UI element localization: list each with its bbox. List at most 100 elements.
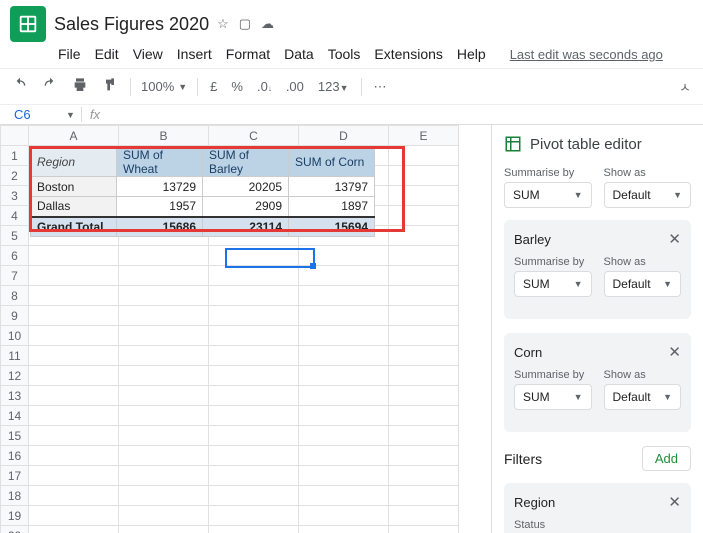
pivot-col-header[interactable]: Region [31,148,117,177]
pivot-col-header[interactable]: SUM of Corn [289,148,375,177]
cell[interactable] [389,246,459,266]
cell[interactable] [299,406,389,426]
pivot-cell[interactable]: 20205 [203,177,289,197]
menu-format[interactable]: Format [226,46,270,62]
pivot-cell[interactable]: Dallas [31,197,117,217]
showas-select[interactable]: Default▼ [604,384,682,410]
cell[interactable] [389,346,459,366]
summarise-select[interactable]: SUM▼ [514,271,592,297]
print-icon[interactable] [70,75,90,98]
cell[interactable] [119,406,209,426]
pivot-cell[interactable]: 1957 [117,197,203,217]
col-header[interactable]: B [119,126,209,146]
menu-view[interactable]: View [133,46,163,62]
menu-help[interactable]: Help [457,46,486,62]
redo-icon[interactable] [40,75,60,98]
cell[interactable] [119,506,209,526]
cell[interactable] [299,366,389,386]
collapse-toolbar-icon[interactable]: ㅅ [677,75,693,98]
cell[interactable] [29,506,119,526]
cell[interactable] [299,326,389,346]
cell[interactable] [209,386,299,406]
pivot-total-cell[interactable]: 23114 [203,217,289,237]
cell[interactable] [299,486,389,506]
pivot-total-cell[interactable]: 15686 [117,217,203,237]
row-header[interactable]: 9 [1,306,29,326]
row-header[interactable]: 14 [1,406,29,426]
cell[interactable] [209,266,299,286]
pivot-total-cell[interactable]: Grand Total [31,217,117,237]
col-header[interactable]: D [299,126,389,146]
value-card-barley[interactable]: Barley✕ Summarise by SUM▼ Show as Defaul… [504,220,691,319]
cell[interactable] [389,326,459,346]
menu-extensions[interactable]: Extensions [374,46,442,62]
cell[interactable] [29,426,119,446]
cell[interactable] [29,486,119,506]
cell[interactable] [389,446,459,466]
cell[interactable] [389,186,459,206]
cell[interactable] [29,386,119,406]
cell[interactable] [389,146,459,166]
cell[interactable] [389,226,459,246]
add-filter-button[interactable]: Add [642,446,691,471]
row-header[interactable]: 13 [1,386,29,406]
cell[interactable] [299,466,389,486]
row-header[interactable]: 1 [1,146,29,166]
showas-select[interactable]: Default▼ [604,182,692,208]
pivot-cell[interactable]: 13729 [117,177,203,197]
cell[interactable] [29,326,119,346]
cell[interactable] [119,366,209,386]
cell[interactable] [29,406,119,426]
cell[interactable] [119,286,209,306]
cell[interactable] [389,266,459,286]
cell[interactable] [209,406,299,426]
cell[interactable] [29,306,119,326]
cell[interactable] [389,426,459,446]
cell[interactable] [389,406,459,426]
cell[interactable] [299,286,389,306]
currency-btn[interactable]: £ [208,77,219,96]
col-header[interactable]: E [389,126,459,146]
cell[interactable] [299,446,389,466]
cell[interactable] [299,426,389,446]
select-all-corner[interactable] [1,126,29,146]
menu-edit[interactable]: Edit [95,46,119,62]
cell[interactable] [29,246,119,266]
cell[interactable] [29,526,119,533]
row-header[interactable]: 4 [1,206,29,226]
cell[interactable] [389,286,459,306]
cell[interactable] [209,526,299,533]
star-icon[interactable]: ☆ [217,16,229,32]
cell[interactable] [209,326,299,346]
close-icon[interactable]: ✕ [668,230,681,248]
col-header[interactable]: A [29,126,119,146]
cell[interactable] [209,286,299,306]
row-header[interactable]: 12 [1,366,29,386]
cell[interactable] [119,466,209,486]
cell[interactable] [119,446,209,466]
cell[interactable] [119,486,209,506]
pivot-cell[interactable]: 13797 [289,177,375,197]
move-icon[interactable]: ▢ [239,16,251,32]
cell[interactable] [119,306,209,326]
cell[interactable] [119,266,209,286]
cell[interactable] [209,366,299,386]
showas-select[interactable]: Default▼ [604,271,682,297]
cell[interactable] [389,486,459,506]
name-box-dropdown-icon[interactable]: ▼ [60,110,81,120]
zoom-select[interactable]: 100% ▼ [141,79,187,94]
pivot-cell[interactable]: Boston [31,177,117,197]
cell[interactable] [119,326,209,346]
pivot-total-cell[interactable]: 15694 [289,217,375,237]
pivot-cell[interactable]: 2909 [203,197,289,217]
cell[interactable] [119,346,209,366]
summarise-select[interactable]: SUM▼ [514,384,592,410]
pivot-col-header[interactable]: SUM of Barley [203,148,289,177]
cell[interactable] [389,206,459,226]
menu-file[interactable]: File [58,46,81,62]
cell[interactable] [209,426,299,446]
value-card-corn[interactable]: Corn✕ Summarise by SUM▼ Show as Default▼ [504,333,691,432]
last-edit-link[interactable]: Last edit was seconds ago [510,47,663,62]
dec-increase-btn[interactable]: .00 [284,77,306,96]
cell[interactable] [299,506,389,526]
